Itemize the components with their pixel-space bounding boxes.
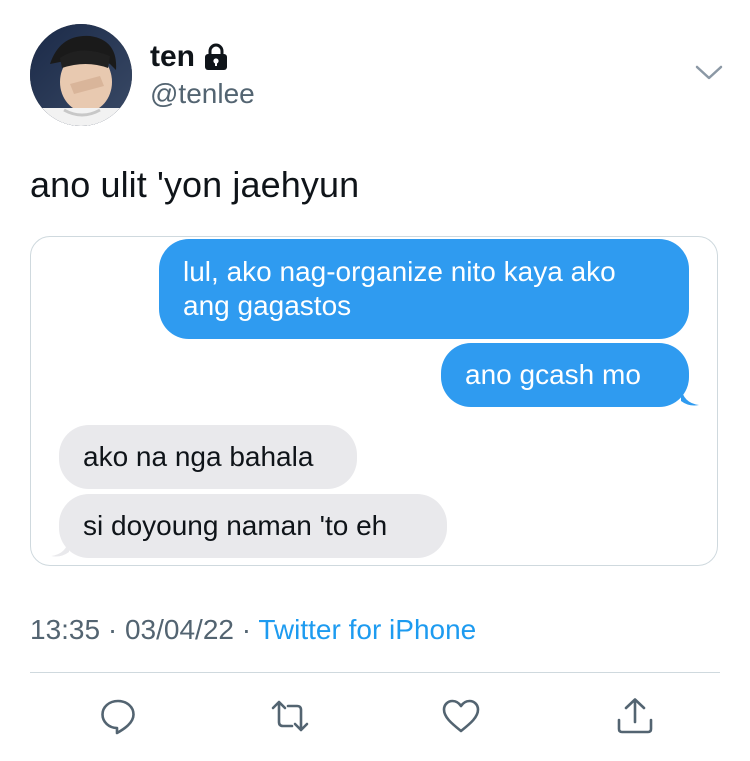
meta-separator: · [233,614,259,645]
message-text: lul, ako nag-organize nito kaya ako ang … [183,256,616,321]
tweet-date: 03/04/22 [124,614,234,645]
user-handle[interactable]: @tenlee [150,78,255,110]
tweet-text: ano ulit 'yon jaehyun [30,164,360,205]
lock-icon [203,43,229,71]
tweet-time: 13:35 [30,614,101,645]
share-icon[interactable] [615,696,655,736]
tweet-media-card[interactable]: lul, ako nag-organize nito kaya ako ang … [30,236,718,566]
bubble-tail-sent [681,387,699,406]
tweet-source-link[interactable]: Twitter for iPhone [258,614,476,645]
divider [30,672,720,673]
tweet-meta: 13:35 · 03/04/22 · Twitter for iPhone [30,614,476,646]
avatar[interactable] [30,24,132,126]
profile-avatar-image [30,24,132,126]
display-name[interactable]: ten [150,40,195,74]
like-icon[interactable] [441,696,481,736]
message-bubble-received: ako na nga bahala [59,425,357,489]
message-bubble-sent: lul, ako nag-organize nito kaya ako ang … [159,239,689,339]
message-bubble-received: si doyoung naman 'to eh [59,494,447,558]
message-text: ako na nga bahala [83,441,314,472]
retweet-icon[interactable] [270,696,310,736]
message-bubble-sent: ano gcash mo [441,343,689,407]
chevron-down-icon[interactable] [694,60,724,84]
bubble-tail-received [51,538,69,557]
message-text: si doyoung naman 'to eh [83,510,388,541]
meta-separator: · [100,614,125,645]
reply-icon[interactable] [98,696,138,736]
message-text: ano gcash mo [465,359,641,390]
